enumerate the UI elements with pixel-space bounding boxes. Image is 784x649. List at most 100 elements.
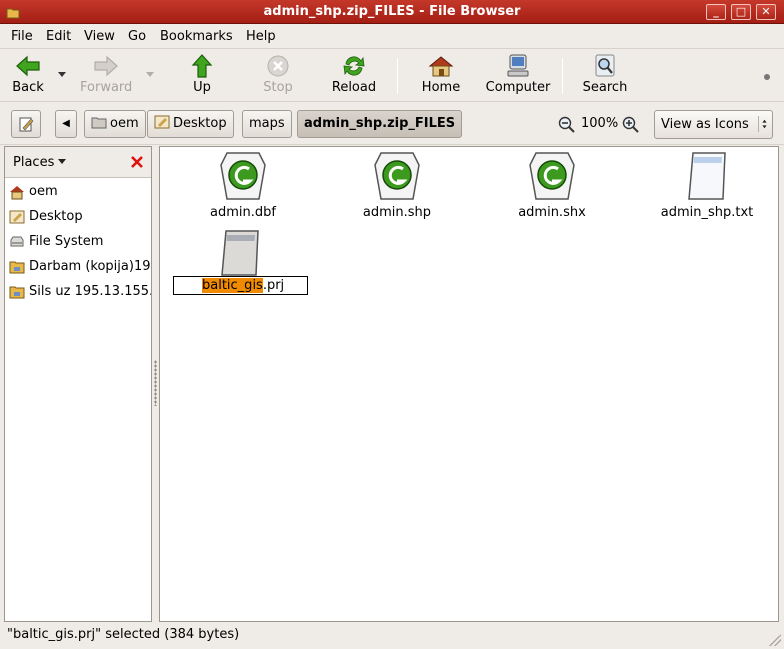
sidebar-item-label: File System bbox=[29, 234, 104, 249]
menu-file[interactable]: File bbox=[11, 29, 33, 44]
resize-grip[interactable] bbox=[769, 634, 781, 646]
sidebar-item-file-system[interactable]: File System bbox=[7, 232, 151, 252]
crumb-admin-shp-zip-files[interactable]: admin_shp.zip_FILES bbox=[297, 110, 463, 138]
pencil-note-icon bbox=[19, 117, 34, 132]
rename-selected-text: baltic_gis bbox=[202, 278, 263, 293]
forward-label: Forward bbox=[80, 80, 133, 95]
file-name: admin.shp bbox=[362, 205, 432, 220]
crumb-maps-label: maps bbox=[249, 116, 285, 131]
rename-extension-text: .prj bbox=[262, 278, 285, 293]
back-history-dropdown-icon[interactable] bbox=[58, 72, 66, 78]
file-item-admin-shp[interactable]: admin.shp bbox=[327, 151, 467, 220]
computer-label: Computer bbox=[485, 80, 551, 95]
desktop-icon bbox=[9, 210, 25, 224]
crumb-oem-label: oem bbox=[110, 116, 139, 131]
search-icon bbox=[595, 54, 615, 77]
sidebar-item-label: oem bbox=[29, 184, 58, 199]
search-button[interactable]: Search bbox=[582, 54, 628, 98]
stop-label: Stop bbox=[263, 80, 293, 95]
close-sidebar-icon[interactable] bbox=[129, 154, 145, 170]
stop-button[interactable]: Stop bbox=[261, 54, 295, 98]
crumb-current-label: admin_shp.zip_FILES bbox=[304, 116, 456, 131]
up-label: Up bbox=[193, 80, 211, 95]
menu-edit[interactable]: Edit bbox=[46, 29, 71, 44]
path-scroll-left-button[interactable]: ◀ bbox=[55, 110, 77, 138]
menu-bar: File Edit View Go Bookmarks Help bbox=[0, 25, 784, 49]
sidebar-item-darbam[interactable]: Darbam (kopija)192 bbox=[7, 257, 151, 277]
crumb-oem[interactable]: oem bbox=[84, 110, 146, 138]
desktop-icon bbox=[154, 115, 170, 129]
computer-button[interactable]: Computer bbox=[484, 54, 552, 98]
generic-file-icon bbox=[221, 230, 259, 276]
network-folder-icon bbox=[9, 261, 25, 274]
file-icon-view[interactable]: admin.dbf admin.shp admin.shx admin_shp.… bbox=[159, 146, 779, 622]
file-item-admin-dbf[interactable]: admin.dbf bbox=[173, 151, 313, 220]
back-arrow-icon bbox=[16, 55, 40, 77]
zoom-level[interactable]: 100% bbox=[581, 116, 618, 131]
minimize-button[interactable]: _ bbox=[706, 4, 726, 20]
maximize-button[interactable]: □ bbox=[731, 4, 751, 20]
chevron-down-icon bbox=[58, 159, 67, 164]
drive-icon bbox=[10, 236, 24, 247]
gimp-file-icon bbox=[529, 152, 575, 200]
places-dropdown-button[interactable]: Places bbox=[13, 155, 67, 170]
file-name: admin.shx bbox=[518, 205, 586, 220]
file-name: admin.dbf bbox=[210, 205, 276, 220]
reload-button[interactable]: Reload bbox=[331, 54, 377, 98]
sidebar-item-label: Sils uz 195.13.155.2 bbox=[29, 284, 151, 299]
places-label: Places bbox=[13, 155, 55, 170]
zoom-out-icon[interactable] bbox=[558, 116, 576, 134]
menu-go[interactable]: Go bbox=[128, 29, 146, 44]
reload-label: Reload bbox=[331, 80, 377, 95]
rename-field[interactable]: baltic_gis.prj bbox=[173, 276, 308, 295]
back-label: Back bbox=[12, 80, 44, 95]
pane-resize-handle[interactable] bbox=[154, 360, 157, 406]
menu-view[interactable]: View bbox=[84, 29, 115, 44]
stop-icon bbox=[267, 55, 289, 77]
text-file-icon bbox=[688, 152, 726, 200]
crumb-desktop[interactable]: Desktop bbox=[147, 110, 234, 138]
computer-icon bbox=[507, 54, 529, 77]
sidebar-item-label: Desktop bbox=[29, 209, 83, 224]
search-label: Search bbox=[582, 80, 628, 95]
file-name: admin_shp.txt bbox=[660, 205, 754, 220]
sidebar-item-label: Darbam (kopija)192 bbox=[29, 259, 151, 274]
sidebar-item-desktop[interactable]: Desktop bbox=[7, 207, 151, 227]
toolbar-separator bbox=[397, 58, 398, 94]
home-label: Home bbox=[421, 80, 461, 95]
reload-icon bbox=[343, 56, 365, 76]
home-icon bbox=[428, 56, 454, 77]
forward-arrow-icon bbox=[94, 55, 118, 77]
network-folder-icon bbox=[9, 286, 25, 299]
close-button[interactable]: ✕ bbox=[756, 4, 776, 20]
toolbar: Back Forward Up Stop Reload Home Compute… bbox=[0, 50, 784, 102]
file-item-baltic-gis-prj[interactable] bbox=[170, 229, 310, 279]
forward-history-dropdown-icon[interactable] bbox=[146, 72, 154, 78]
places-sidebar: Places oem Desktop File System Darbam (k… bbox=[4, 146, 152, 622]
view-mode-value: View as Icons bbox=[661, 117, 749, 132]
status-text: "baltic_gis.prj" selected (384 bytes) bbox=[7, 627, 240, 642]
sidebar-item-sils[interactable]: Sils uz 195.13.155.2 bbox=[7, 282, 151, 302]
title-bar: admin_shp.zip_FILES - File Browser _ □ ✕ bbox=[0, 0, 784, 24]
back-button[interactable]: Back bbox=[8, 54, 48, 98]
status-bar: "baltic_gis.prj" selected (384 bytes) bbox=[0, 624, 784, 649]
file-item-admin-shx[interactable]: admin.shx bbox=[482, 151, 622, 220]
crumb-maps[interactable]: maps bbox=[242, 110, 292, 138]
forward-button[interactable]: Forward bbox=[80, 54, 132, 98]
activity-throbber-icon bbox=[764, 74, 770, 80]
file-item-admin-shp-txt[interactable]: admin_shp.txt bbox=[637, 151, 777, 220]
up-button[interactable]: Up bbox=[186, 54, 218, 98]
zoom-in-icon[interactable] bbox=[622, 116, 640, 134]
gimp-file-icon bbox=[220, 152, 266, 200]
sidebar-item-oem[interactable]: oem bbox=[7, 182, 151, 202]
menu-bookmarks[interactable]: Bookmarks bbox=[160, 29, 233, 44]
toolbar-separator-2 bbox=[562, 58, 563, 94]
home-button[interactable]: Home bbox=[420, 54, 462, 98]
menu-help[interactable]: Help bbox=[246, 29, 276, 44]
location-bar: ◀ oem Desktop maps admin_shp.zip_FILES 1… bbox=[0, 103, 784, 145]
chevron-up-down-icon bbox=[758, 116, 767, 132]
window-title: admin_shp.zip_FILES - File Browser bbox=[263, 4, 521, 19]
location-entry-toggle-button[interactable] bbox=[11, 110, 41, 138]
view-mode-select[interactable]: View as Icons bbox=[654, 110, 773, 139]
up-arrow-icon bbox=[191, 54, 213, 78]
